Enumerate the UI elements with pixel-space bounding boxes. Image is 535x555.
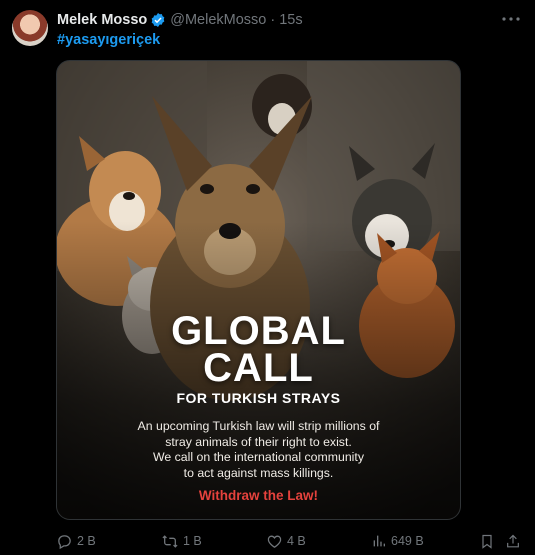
share-icon [507,534,519,547]
share-button[interactable] [505,530,525,552]
image-body-line1: An upcoming Turkish law will strip milli… [137,419,380,433]
repost-button[interactable]: 1 B [161,530,202,552]
repost-count: 1 B [183,534,202,548]
tweet-header: Melek Mosso @MelekMosso · 15s [57,10,303,30]
timestamp[interactable]: 15s [279,12,302,28]
more-icon[interactable] [501,11,521,27]
author-name[interactable]: Melek Mosso [57,12,147,28]
image-body-text: An upcoming Turkish law will strip milli… [97,419,420,481]
reply-icon [58,534,71,549]
image-body-line4: to act against mass killings. [183,465,334,480]
image-call-to-action: Withdraw the Law! [198,488,319,503]
tweet[interactable]: Melek Mosso @MelekMosso · 15s #yasayıger… [0,0,535,555]
verified-badge-icon[interactable] [150,12,166,28]
repost-icon [162,534,178,548]
reply-button[interactable]: 2 B [56,530,96,552]
image-body-line3: We call on the international community [153,450,364,464]
bookmark-icon [482,534,492,549]
like-icon [267,535,282,548]
like-count: 4 B [287,534,306,548]
reply-count: 2 B [77,534,96,548]
separator: · [270,12,276,28]
image-subtitle: FOR TURKISH STRAYS [176,390,341,406]
views-count: 649 B [391,534,424,548]
author-handle[interactable]: @MelekMosso [170,12,266,28]
tweet-image[interactable]: GLOBAL CALL FOR TURKISH STRAYS An upcomi… [56,60,461,520]
like-button[interactable]: 4 B [266,530,306,552]
bookmark-button[interactable] [479,530,499,552]
image-body-line2: stray animals of their right to exist. [165,434,352,449]
views-button[interactable]: 649 B [371,530,424,552]
hashtag-link[interactable]: #yasayıgeriçek [57,32,160,48]
image-title-line2: CALL [203,346,314,390]
views-icon [373,535,385,547]
avatar[interactable] [12,10,48,46]
action-bar: 2 B 1 B 4 B 649 B [56,530,524,552]
